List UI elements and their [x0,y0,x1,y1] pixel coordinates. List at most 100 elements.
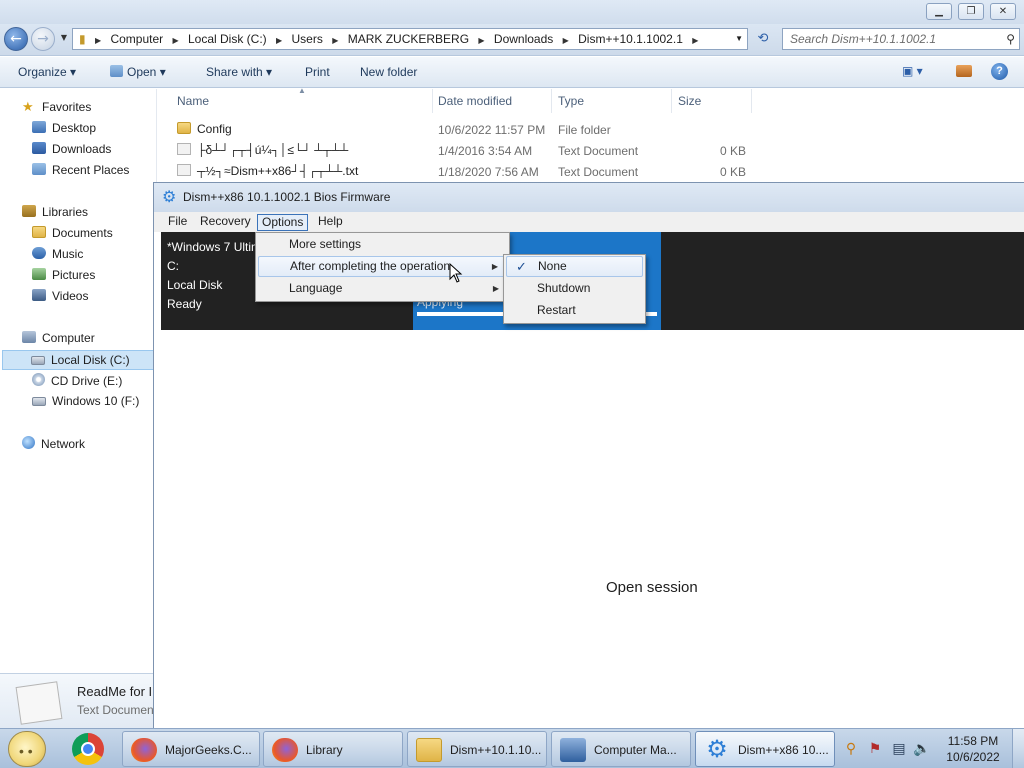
menu-file[interactable]: File [164,214,191,231]
taskbar-button-dism-app[interactable]: ⚙ Dism++x86 10.... [695,731,835,767]
nav-recent-places[interactable]: Recent Places [32,163,129,177]
breadcrumb-downloads[interactable]: Downloads [494,29,553,49]
chevron-right-icon[interactable]: ▶ [563,31,569,49]
breadcrumb-user[interactable]: MARK ZUCKERBERG [348,29,469,49]
change-view-icon[interactable]: ▣ ▾ [902,64,930,78]
file-type: File folder [558,123,611,137]
start-button[interactable]: • • [8,731,46,767]
search-tray-icon[interactable]: ⚲ [842,739,860,757]
nav-pictures[interactable]: Pictures [32,268,95,282]
column-type[interactable]: Type [558,94,584,108]
file-date: 10/6/2022 11:57 PM [438,123,546,137]
command-bar: Organize ▾ Open ▾ Share with ▾ Print New… [0,57,1024,88]
taskbar-button-label: Computer Ma... [594,743,677,757]
network-tray-icon[interactable]: ▤ [890,739,908,757]
organize-button[interactable]: Organize ▾ [18,65,76,79]
file-name: Config [197,122,232,136]
chevron-right-icon[interactable]: ▶ [478,31,484,49]
menu-item-label: Restart [537,303,576,317]
taskbar-button-majorgeeks[interactable]: MajorGeeks.C... [122,731,260,767]
preview-pane-icon[interactable] [956,65,972,77]
column-size[interactable]: Size [678,94,701,108]
open-button[interactable]: Open ▾ [110,65,166,79]
forward-button[interactable]: → [31,27,55,51]
nav-libraries[interactable]: Libraries [22,205,88,219]
search-input[interactable]: Search Dism++10.1.1002.1 ⚲ [782,28,1020,50]
action-center-icon[interactable]: ⚑ [866,739,884,757]
chevron-right-icon[interactable]: ▶ [172,31,178,49]
nav-downloads[interactable]: Downloads [32,142,111,156]
close-button[interactable]: ✕ [990,3,1016,20]
menu-item-none[interactable]: ✓ None [506,256,643,277]
back-button[interactable]: ← [4,27,28,51]
file-row-name[interactable]: ├δ┴┘┌┬┤ú¼┐│≤└┘ ┴┬┴┴ [177,143,427,157]
nav-cd-drive[interactable]: CD Drive (E:) [32,373,122,388]
menu-item-shutdown[interactable]: Shutdown [506,278,643,299]
nav-desktop[interactable]: Desktop [32,121,96,135]
drive-icon [32,397,46,406]
nav-videos[interactable]: Videos [32,289,88,303]
column-date-modified[interactable]: Date modified [438,94,512,108]
refresh-icon[interactable]: ⟲ [752,29,774,49]
open-session-link[interactable]: Open session [606,579,698,596]
help-icon[interactable]: ? [991,63,1008,80]
nav-computer-label: Computer [42,331,95,345]
chevron-right-icon[interactable]: ▶ [332,31,338,49]
minimize-button[interactable]: ▁ [926,3,952,20]
menu-item-label: Language [289,281,343,295]
column-divider[interactable] [751,89,752,113]
menu-item-after-completing[interactable]: After completing the operation ▶ [258,256,507,277]
taskbar-button-library[interactable]: Library [263,731,403,767]
address-bar[interactable]: ▮ ▶ Computer ▶ Local Disk (C:) ▶ Users ▶… [72,28,748,50]
nav-network[interactable]: Network [22,436,85,451]
breadcrumb-local-disk[interactable]: Local Disk (C:) [188,29,267,49]
desktop-icon [32,121,46,133]
menu-item-more-settings[interactable]: More settings [258,234,507,255]
recent-pages-button[interactable]: ▼ [58,27,70,51]
taskbar: • • MajorGeeks.C... Library Dism++10.1.1… [0,728,1024,768]
nav-libraries-label: Libraries [42,205,89,219]
explorer-titlebar[interactable]: ▁ ❐ ✕ [0,0,1024,26]
column-divider[interactable] [432,89,433,113]
system-clock[interactable]: 11:58 PM 10/6/2022 [940,733,1006,765]
breadcrumb-computer[interactable]: Computer [110,29,163,49]
new-folder-button[interactable]: New folder [360,65,417,79]
nav-local-disk[interactable]: Local Disk (C:) [2,350,154,370]
nav-windows10[interactable]: Windows 10 (F:) [32,394,139,408]
chevron-right-icon[interactable]: ▶ [276,31,282,49]
column-divider[interactable] [671,89,672,113]
share-with-button[interactable]: Share with ▾ [206,65,272,79]
search-icon[interactable]: ⚲ [1006,29,1015,49]
taskbar-button-computer-management[interactable]: Computer Ma... [551,731,691,767]
breadcrumb-users[interactable]: Users [292,29,323,49]
nav-documents[interactable]: Documents [32,226,113,240]
print-button[interactable]: Print [305,65,330,79]
restore-button[interactable]: ❐ [958,3,984,20]
show-desktop-button[interactable] [1012,729,1024,768]
column-divider[interactable] [551,89,552,113]
session-os: *Windows 7 Ultim [167,240,262,254]
file-row-name[interactable]: ┬½┐≈Dism++x86┘┤┌┬┴┴.txt [177,164,427,178]
chevron-right-icon[interactable]: ▶ [95,31,101,49]
chevron-right-icon[interactable]: ▶ [692,31,698,49]
address-dropdown-icon[interactable]: ▼ [735,29,743,49]
clock-time: 11:58 PM [947,734,999,748]
menu-item-language[interactable]: Language ▶ [258,278,507,299]
breadcrumb-dism-folder[interactable]: Dism++10.1.1002.1 [578,29,683,49]
menu-help[interactable]: Help [314,214,347,231]
file-type: Text Document [558,165,639,179]
column-name[interactable]: Name [177,94,209,108]
chrome-icon[interactable] [72,733,104,765]
menu-item-label: After completing the operation [290,259,451,273]
menu-recovery[interactable]: Recovery [196,214,255,231]
nav-favorites[interactable]: ★ Favorites [22,99,91,114]
nav-computer[interactable]: Computer [22,331,95,345]
libraries-icon [22,205,36,217]
menu-options[interactable]: Options [257,214,309,231]
file-row-name[interactable]: Config [177,122,427,136]
nav-music[interactable]: Music [32,247,83,261]
menu-item-restart[interactable]: Restart [506,300,643,321]
volume-icon[interactable]: 🔈 [913,739,931,757]
taskbar-button-dism-folder[interactable]: Dism++10.1.10... [407,731,547,767]
dism-titlebar[interactable]: ⚙ Dism++x86 10.1.1002.1 Bios Firmware [154,183,1024,212]
